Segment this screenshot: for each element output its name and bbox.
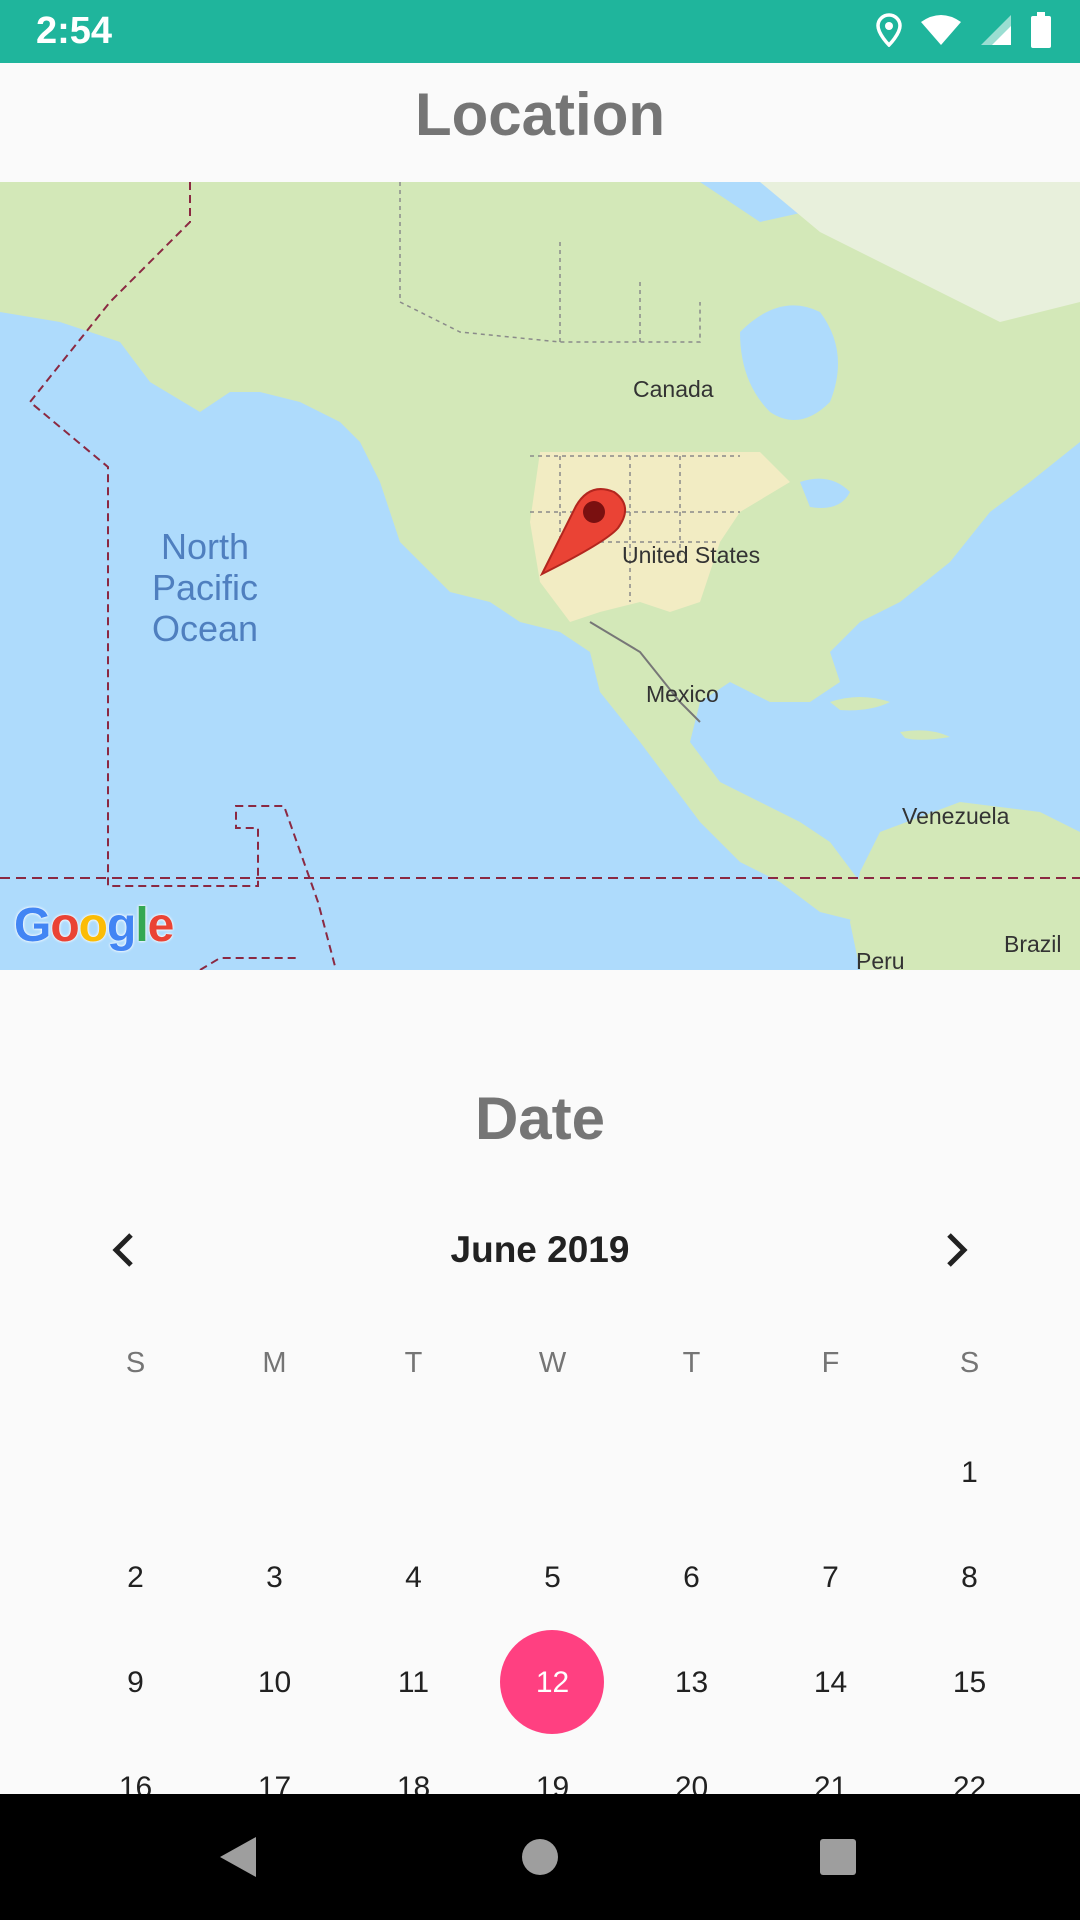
calendar-grid: 1 2 3 4 5 6 7 8 9 10 11 12 13 14 15 16 17 18 19 20 21 22 (66, 1420, 1041, 1795)
calendar-day-selected[interactable]: 12 (483, 1630, 622, 1735)
calendar-month-label: June 2019 (450, 1229, 630, 1270)
calendar-day-number: 20 (674, 1770, 709, 1795)
weekday-label: S (125, 1347, 146, 1379)
calendar-day-number: 16 (118, 1770, 153, 1795)
calendar-day-number: 10 (257, 1665, 292, 1699)
calendar-day-number: 7 (822, 1560, 839, 1594)
calendar-empty-cell (483, 1420, 622, 1525)
wifi-icon (920, 14, 962, 51)
date-title: Date (474, 1085, 606, 1152)
calendar-day-number: 22 (952, 1770, 987, 1795)
map-label-peru: Peru (856, 948, 905, 970)
calendar-day[interactable]: 16 (66, 1735, 205, 1795)
calendar-day-number: 1 (961, 1455, 978, 1489)
map-label-united-states: United States (622, 542, 761, 568)
location-title: Location (415, 81, 665, 148)
weekday-label: T (682, 1347, 701, 1379)
next-month-button[interactable] (928, 1220, 988, 1280)
calendar-day-number: 13 (674, 1665, 709, 1699)
calendar-day-number: 14 (813, 1665, 848, 1699)
calendar-day[interactable]: 21 (761, 1735, 900, 1795)
calendar-day[interactable]: 13 (622, 1630, 761, 1735)
calendar-header: June 2019 (0, 1215, 1080, 1285)
calendar-week-row: 9 10 11 12 13 14 15 (66, 1630, 1041, 1735)
calendar-day[interactable]: 17 (205, 1735, 344, 1795)
weekday-label: W (538, 1347, 567, 1379)
calendar-day[interactable]: 1 (900, 1420, 1039, 1525)
battery-icon (1030, 11, 1052, 53)
map-label-mexico: Mexico (646, 681, 719, 707)
calendar-day-number: 9 (127, 1665, 144, 1699)
calendar-day[interactable]: 4 (344, 1525, 483, 1630)
calendar-day-number: 6 (683, 1560, 700, 1594)
calendar-day[interactable]: 18 (344, 1735, 483, 1795)
calendar-day-number: 8 (961, 1560, 978, 1594)
status-time: 2:54 (36, 10, 113, 52)
calendar-day-number: 19 (535, 1770, 570, 1795)
map-view[interactable]: Canada United States Mexico Venezuela Br… (0, 182, 1080, 970)
map-label-brazil: Brazil (1004, 931, 1062, 957)
calendar-week-row: 16 17 18 19 20 21 22 (66, 1735, 1041, 1795)
calendar-day[interactable]: 3 (205, 1525, 344, 1630)
signal-icon (980, 14, 1012, 51)
calendar-day-number: 2 (127, 1560, 144, 1594)
map-label-canada: Canada (633, 376, 714, 402)
calendar-day-number: 21 (813, 1770, 848, 1795)
calendar-day[interactable]: 20 (622, 1735, 761, 1795)
calendar-week-row: 2 3 4 5 6 7 8 (66, 1525, 1041, 1630)
calendar-day[interactable]: 7 (761, 1525, 900, 1630)
map-label-venezuela: Venezuela (902, 803, 1010, 829)
calendar-empty-cell (622, 1420, 761, 1525)
calendar-day[interactable]: 14 (761, 1630, 900, 1735)
calendar-day-number: 5 (544, 1560, 561, 1594)
calendar-day[interactable]: 15 (900, 1630, 1039, 1735)
weekday-label: M (262, 1347, 287, 1379)
calendar-day[interactable]: 10 (205, 1630, 344, 1735)
recents-icon[interactable] (778, 1794, 898, 1920)
calendar-day-number: 11 (397, 1665, 430, 1699)
calendar-day[interactable]: 9 (66, 1630, 205, 1735)
weekday-label: S (959, 1347, 980, 1379)
calendar-empty-cell (66, 1420, 205, 1525)
calendar-empty-cell (344, 1420, 483, 1525)
weekday-header: S M T W T F S (66, 1347, 1041, 1397)
chevron-right-icon (947, 1233, 968, 1267)
google-logo: Google (14, 899, 174, 952)
calendar-day[interactable]: 11 (344, 1630, 483, 1735)
calendar-day[interactable]: 2 (66, 1525, 205, 1630)
calendar-day-number: 12 (535, 1665, 570, 1699)
calendar-day[interactable]: 6 (622, 1525, 761, 1630)
weekday-label: T (404, 1347, 423, 1379)
calendar-day-number: 4 (405, 1560, 422, 1594)
location-icon (876, 12, 902, 52)
calendar-day-number: 17 (257, 1770, 292, 1795)
back-icon[interactable] (178, 1794, 298, 1920)
calendar-day[interactable]: 8 (900, 1525, 1039, 1630)
home-icon[interactable] (480, 1794, 600, 1920)
weekday-label: F (821, 1347, 840, 1379)
calendar-day[interactable]: 5 (483, 1525, 622, 1630)
calendar-empty-cell (205, 1420, 344, 1525)
calendar-day-number: 18 (396, 1770, 431, 1795)
map-label-ocean: North Pacific Ocean (151, 526, 259, 649)
calendar-day-number: 3 (266, 1560, 283, 1594)
calendar-day-number: 15 (952, 1665, 987, 1699)
calendar-week-row: 1 (66, 1420, 1041, 1525)
status-icons (876, 11, 1052, 53)
system-nav-bar (0, 1794, 1080, 1920)
calendar-day[interactable]: 19 (483, 1735, 622, 1795)
calendar-day[interactable]: 22 (900, 1735, 1039, 1795)
calendar-empty-cell (761, 1420, 900, 1525)
status-bar: 2:54 (0, 0, 1080, 63)
